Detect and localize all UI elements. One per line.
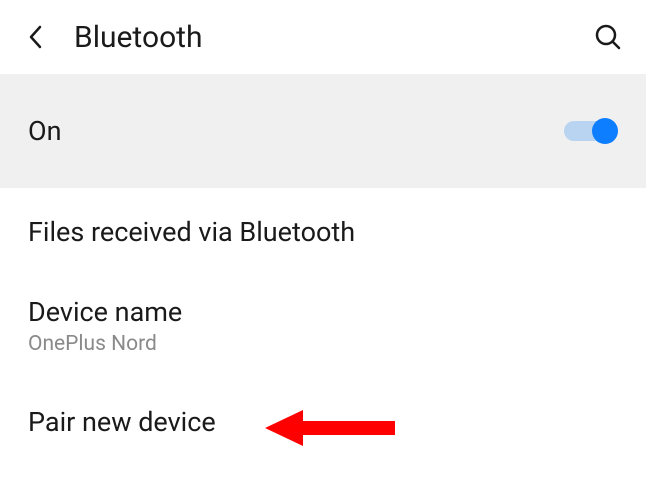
files-received-label: Files received via Bluetooth	[28, 216, 618, 248]
bluetooth-toggle-row[interactable]: On	[0, 74, 646, 188]
bluetooth-toggle[interactable]	[564, 118, 618, 144]
pair-new-device-label: Pair new device	[28, 406, 618, 438]
pair-new-device-item[interactable]: Pair new device	[0, 382, 646, 468]
back-icon[interactable]	[22, 24, 48, 50]
search-icon[interactable]	[592, 21, 624, 53]
device-name-item[interactable]: Device name OnePlus Nord	[0, 276, 646, 382]
files-received-item[interactable]: Files received via Bluetooth	[0, 188, 646, 276]
bluetooth-status-label: On	[28, 115, 62, 147]
device-name-label: Device name	[28, 296, 618, 328]
device-name-value: OnePlus Nord	[28, 332, 618, 356]
page-title: Bluetooth	[74, 20, 203, 55]
